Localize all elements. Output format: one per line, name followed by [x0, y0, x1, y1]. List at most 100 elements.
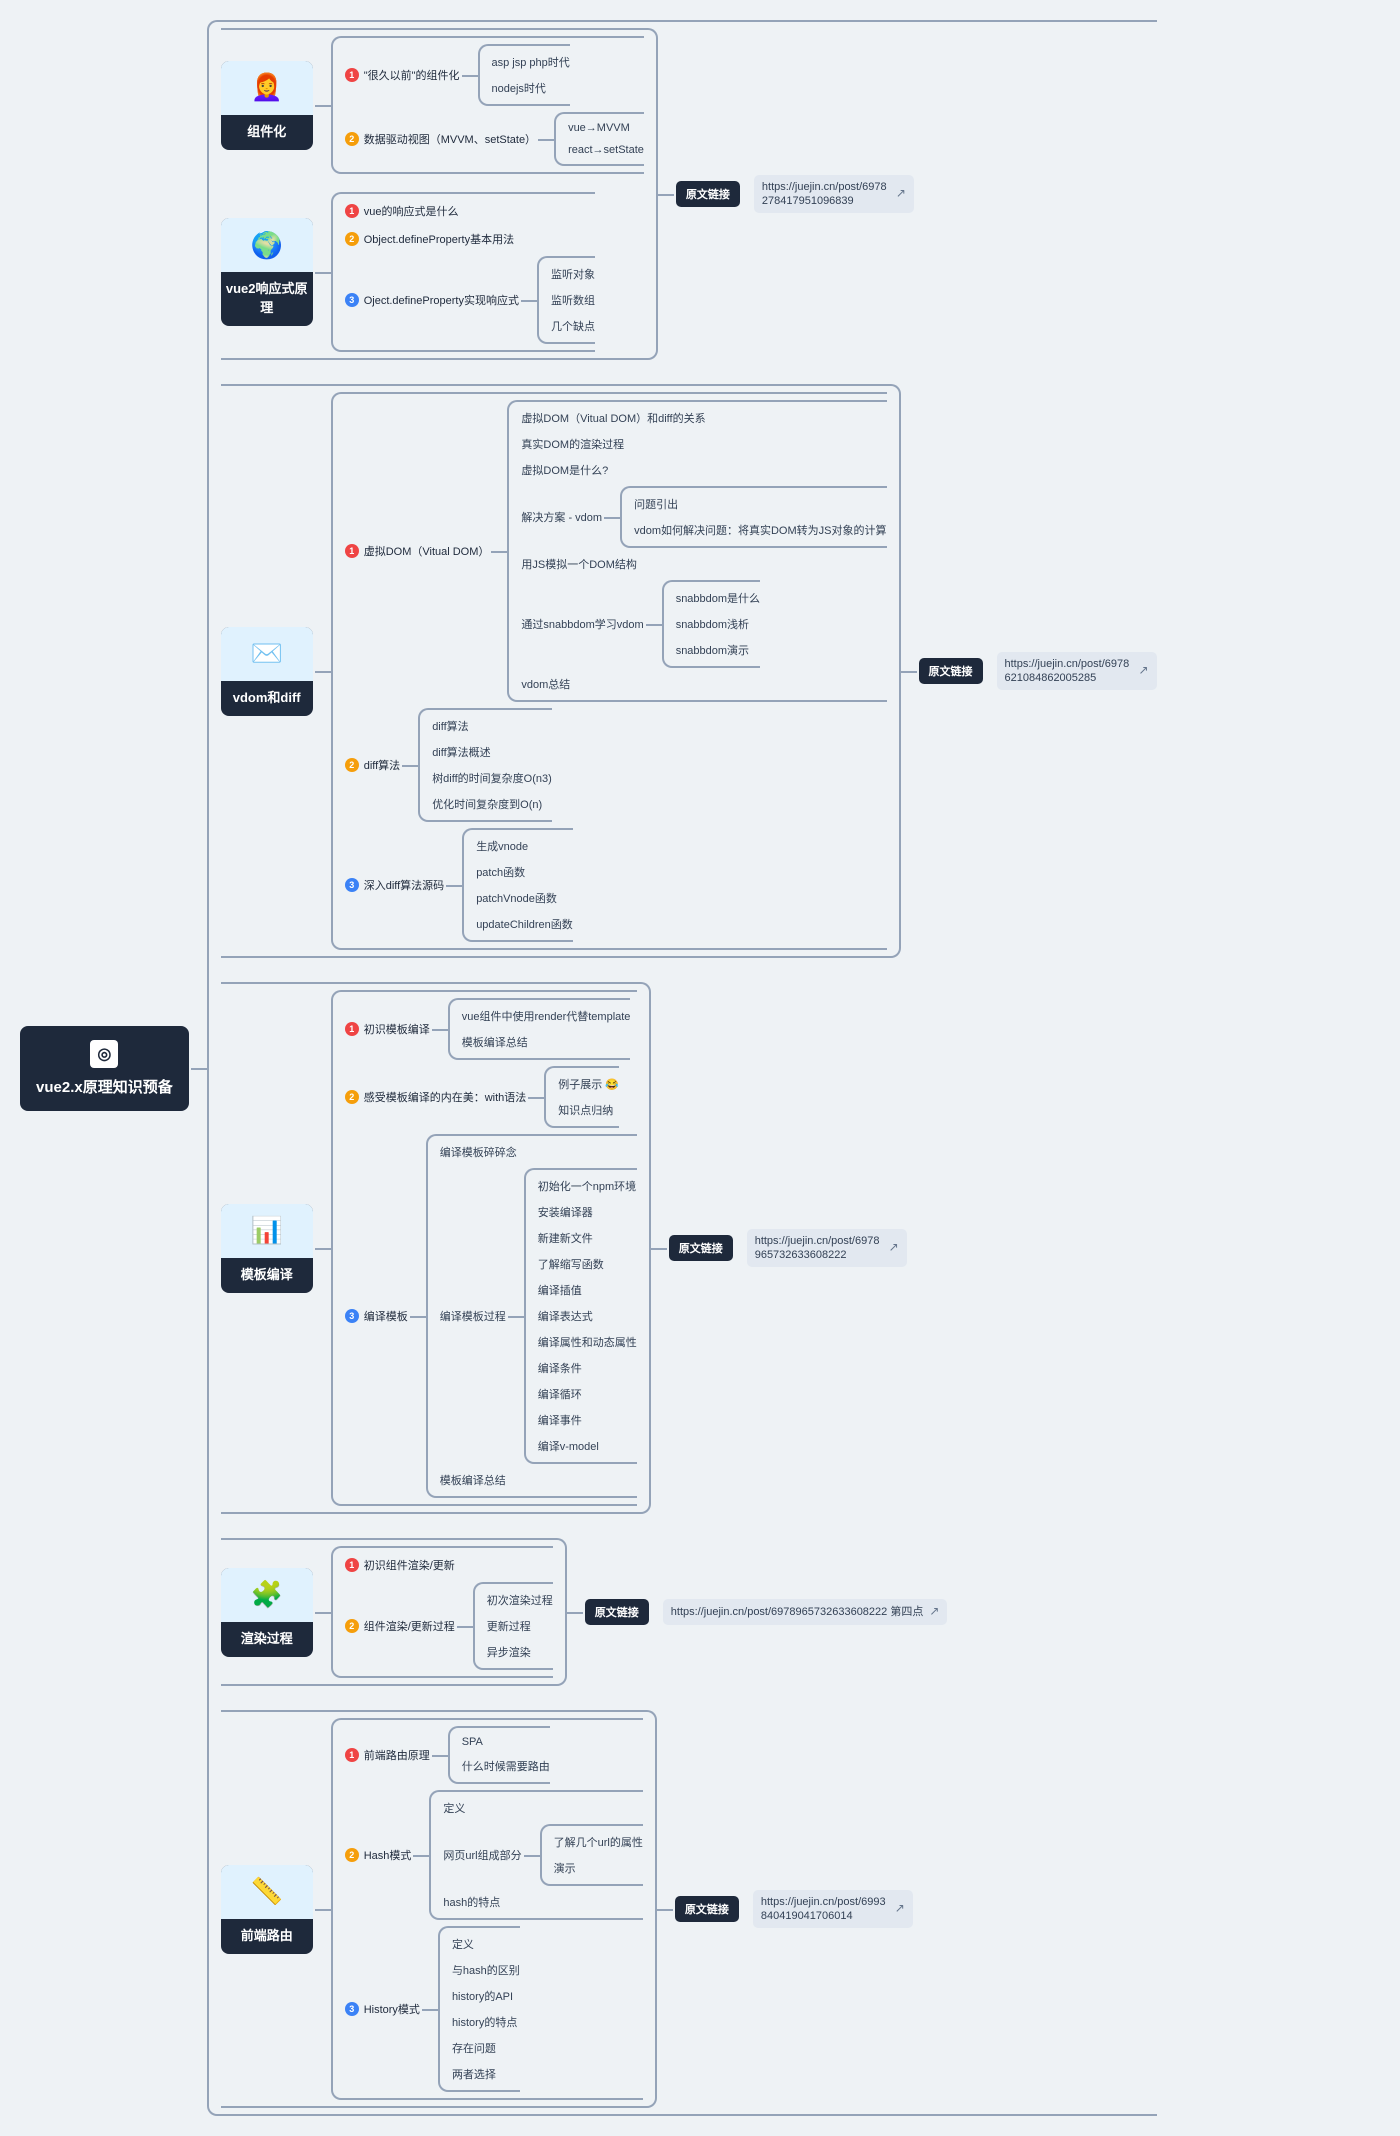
- external-link-icon: ↗: [896, 186, 906, 202]
- leaf-node: 初次渲染过程: [487, 1590, 553, 1610]
- items-group: 1vue的响应式是什么2Object.defineProperty基本用法3Oj…: [331, 192, 595, 352]
- root-branch: ◎vue2.x原理知识预备 👩‍🦰组件化 1 "很久以前"的组件化 asp jsp ph…: [20, 20, 1157, 2116]
- category-node[interactable]: ✉️vdom和diff: [221, 627, 313, 716]
- link-label: 原文链接: [669, 1235, 733, 1261]
- item-branch: 2感受模板编译的内在美：with语法例子展示 😂知识点归纳: [345, 1066, 637, 1128]
- number-badge: 2: [345, 1619, 359, 1633]
- linked-group: ✉️vdom和diff1虚拟DOM（Vitual DOM）虚拟DOM（Vitua…: [221, 384, 1157, 958]
- leaf-node: 存在问题: [452, 2038, 520, 2058]
- item-label: "很久以前"的组件化: [364, 67, 460, 83]
- item-label: diff算法: [364, 757, 400, 773]
- number-badge: 3: [345, 293, 359, 307]
- number-badge: 1: [345, 1558, 359, 1572]
- leaf-node: 模板编译总结: [462, 1032, 631, 1052]
- items-group: 1初识组件渲染/更新2组件渲染/更新过程初次渲染过程更新过程异步渲染: [331, 1546, 553, 1678]
- rbracket-group: 🧩渲染过程1初识组件渲染/更新2组件渲染/更新过程初次渲染过程更新过程异步渲染: [221, 1538, 567, 1686]
- leaf-node: 与hash的区别: [452, 1960, 520, 1980]
- linked-group: 📊模板编译1初识模板编译vue组件中使用render代替template模板编译…: [221, 982, 1157, 1514]
- item-node: 2Object.defineProperty基本用法: [345, 228, 514, 250]
- leaf-node: 新建新文件: [538, 1228, 637, 1248]
- leaf-node: 虚拟DOM是什么?: [521, 460, 886, 480]
- root-node[interactable]: ◎vue2.x原理知识预备: [20, 1026, 189, 1111]
- leaf-node: 初始化一个npm环境: [538, 1176, 637, 1196]
- item-label: 前端路由原理: [364, 1747, 430, 1763]
- link-text: https://juejin.cn/post/69938404190417060…: [761, 1895, 889, 1924]
- children-group: 初始化一个npm环境安装编译器新建新文件了解缩写函数编译插值编译表达式编译属性和…: [524, 1168, 637, 1464]
- link-text: https://juejin.cn/post/69786210848620052…: [1005, 657, 1133, 686]
- sub-branch: 网页url组成部分了解几个url的属性演示: [443, 1824, 642, 1886]
- link-text: https://juejin.cn/post/69782784179510968…: [762, 180, 890, 209]
- leaf-node: 安装编译器: [538, 1202, 637, 1222]
- items-group: 1"很久以前"的组件化asp jsp php时代nodejs时代2数据驱动视图（…: [331, 36, 644, 174]
- number-badge: 1: [345, 1022, 359, 1036]
- leaf-node: 了解缩写函数: [538, 1254, 637, 1274]
- children-group: snabbdom是什么snabbdom浅析snabbdom演示: [662, 580, 760, 668]
- leaf-node: 更新过程: [487, 1616, 553, 1636]
- link-label: 原文链接: [919, 658, 983, 684]
- items-group: 1虚拟DOM（Vitual DOM）虚拟DOM（Vitual DOM）和diff…: [331, 392, 887, 950]
- leaf-node: 真实DOM的渲染过程: [521, 434, 886, 454]
- category-icon: 🌍: [221, 218, 313, 272]
- category-branch: 📏前端路由1前端路由原理SPA什么时候需要路由2Hash模式定义网页url组成部…: [221, 1718, 643, 2100]
- leaf-node: 编译事件: [538, 1410, 637, 1430]
- leaf-node: hash的特点: [443, 1892, 642, 1912]
- external-link-icon: ↗: [929, 1604, 939, 1620]
- category-branch: ✉️vdom和diff1虚拟DOM（Vitual DOM）虚拟DOM（Vitua…: [221, 392, 887, 950]
- item-label: 编译模板: [364, 1308, 408, 1324]
- category-label: 渲染过程: [221, 1622, 313, 1647]
- leaf-node: 树diff的时间复杂度O(n3): [432, 768, 552, 788]
- link-branch: 原文链接https://juejin.cn/post/6978965732633…: [585, 1599, 948, 1625]
- link-url-wrap: https://juejin.cn/post/69789657326336082…: [747, 1229, 907, 1268]
- link-url[interactable]: https://juejin.cn/post/69938404190417060…: [753, 1890, 913, 1929]
- leaf-node: 定义: [452, 1934, 520, 1954]
- number-badge: 1: [345, 1748, 359, 1762]
- number-badge: 2: [345, 132, 359, 146]
- leaf-node: updateChildren函数: [476, 914, 573, 934]
- category-node[interactable]: 👩‍🦰组件化: [221, 61, 313, 150]
- children-group: 问题引出vdom如何解决问题：将真实DOM转为JS对象的计算: [620, 486, 886, 548]
- item-node: 2数据驱动视图（MVVM、setState）: [345, 128, 536, 150]
- leaf-node: vue→MVVM: [568, 120, 644, 136]
- children-group: vue→MVVMreact→setState: [554, 112, 644, 166]
- link-label: 原文链接: [675, 1896, 739, 1922]
- external-link-icon: ↗: [889, 1240, 899, 1256]
- leaf-node: 几个缺点: [551, 316, 595, 336]
- leaf-node: history的API: [452, 1986, 520, 2006]
- sub-branch: 通过snabbdom学习vdomsnabbdom是什么snabbdom浅析sna…: [521, 580, 886, 668]
- item-label: Hash模式: [364, 1847, 412, 1863]
- category-icon: 📏: [221, 1865, 313, 1919]
- link-url-wrap: https://juejin.cn/post/69786210848620052…: [997, 652, 1157, 691]
- leaf-node: 监听对象: [551, 264, 595, 284]
- leaf-node: 监听数组: [551, 290, 595, 310]
- leaf-node: 两者选择: [452, 2064, 520, 2084]
- category-node[interactable]: 📊模板编译: [221, 1204, 313, 1293]
- children-group: asp jsp php时代nodejs时代: [478, 44, 570, 106]
- category-branch: 🌍vue2响应式原理1vue的响应式是什么2Object.definePrope…: [221, 192, 644, 352]
- items-group: 1前端路由原理SPA什么时候需要路由2Hash模式定义网页url组成部分了解几个…: [331, 1718, 643, 2100]
- children-group: 生成vnodepatch函数patchVnode函数updateChildren…: [462, 828, 573, 942]
- number-badge: 2: [345, 232, 359, 246]
- leaf-node: 编译条件: [538, 1358, 637, 1378]
- link-url[interactable]: https://juejin.cn/post/69786210848620052…: [997, 652, 1157, 691]
- item-label: 感受模板编译的内在美：with语法: [364, 1089, 527, 1105]
- link-url[interactable]: https://juejin.cn/post/69782784179510968…: [754, 175, 914, 214]
- children-group: 例子展示 😂知识点归纳: [544, 1066, 619, 1128]
- category-node[interactable]: 📏前端路由: [221, 1865, 313, 1954]
- link-url[interactable]: https://juejin.cn/post/69789657326336082…: [747, 1229, 907, 1268]
- leaf-node: diff算法: [432, 716, 552, 736]
- category-label: 模板编译: [221, 1258, 313, 1283]
- leaf-node: vue组件中使用render代替template: [462, 1006, 631, 1026]
- category-node[interactable]: 🌍vue2响应式原理: [221, 218, 313, 326]
- leaf-node: 演示: [554, 1858, 643, 1878]
- leaf-node: 例子展示 😂: [558, 1074, 619, 1094]
- leaf-node: 定义: [443, 1798, 642, 1818]
- sub-branch: 解决方案 - vdom问题引出vdom如何解决问题：将真实DOM转为JS对象的计…: [521, 486, 886, 548]
- category-node[interactable]: 🧩渲染过程: [221, 1568, 313, 1657]
- leaf-node: snabbdom演示: [676, 640, 760, 660]
- leaf-node: 生成vnode: [476, 836, 573, 856]
- rbracket-group: 👩‍🦰组件化1"很久以前"的组件化asp jsp php时代nodejs时代2数…: [221, 28, 658, 360]
- item-label: 虚拟DOM（Vitual DOM）: [364, 543, 490, 559]
- item-branch: 3History模式定义与hash的区别history的APIhistory的特…: [345, 1926, 643, 2092]
- number-badge: 2: [345, 1848, 359, 1862]
- link-url[interactable]: https://juejin.cn/post/69789657326336082…: [663, 1599, 948, 1625]
